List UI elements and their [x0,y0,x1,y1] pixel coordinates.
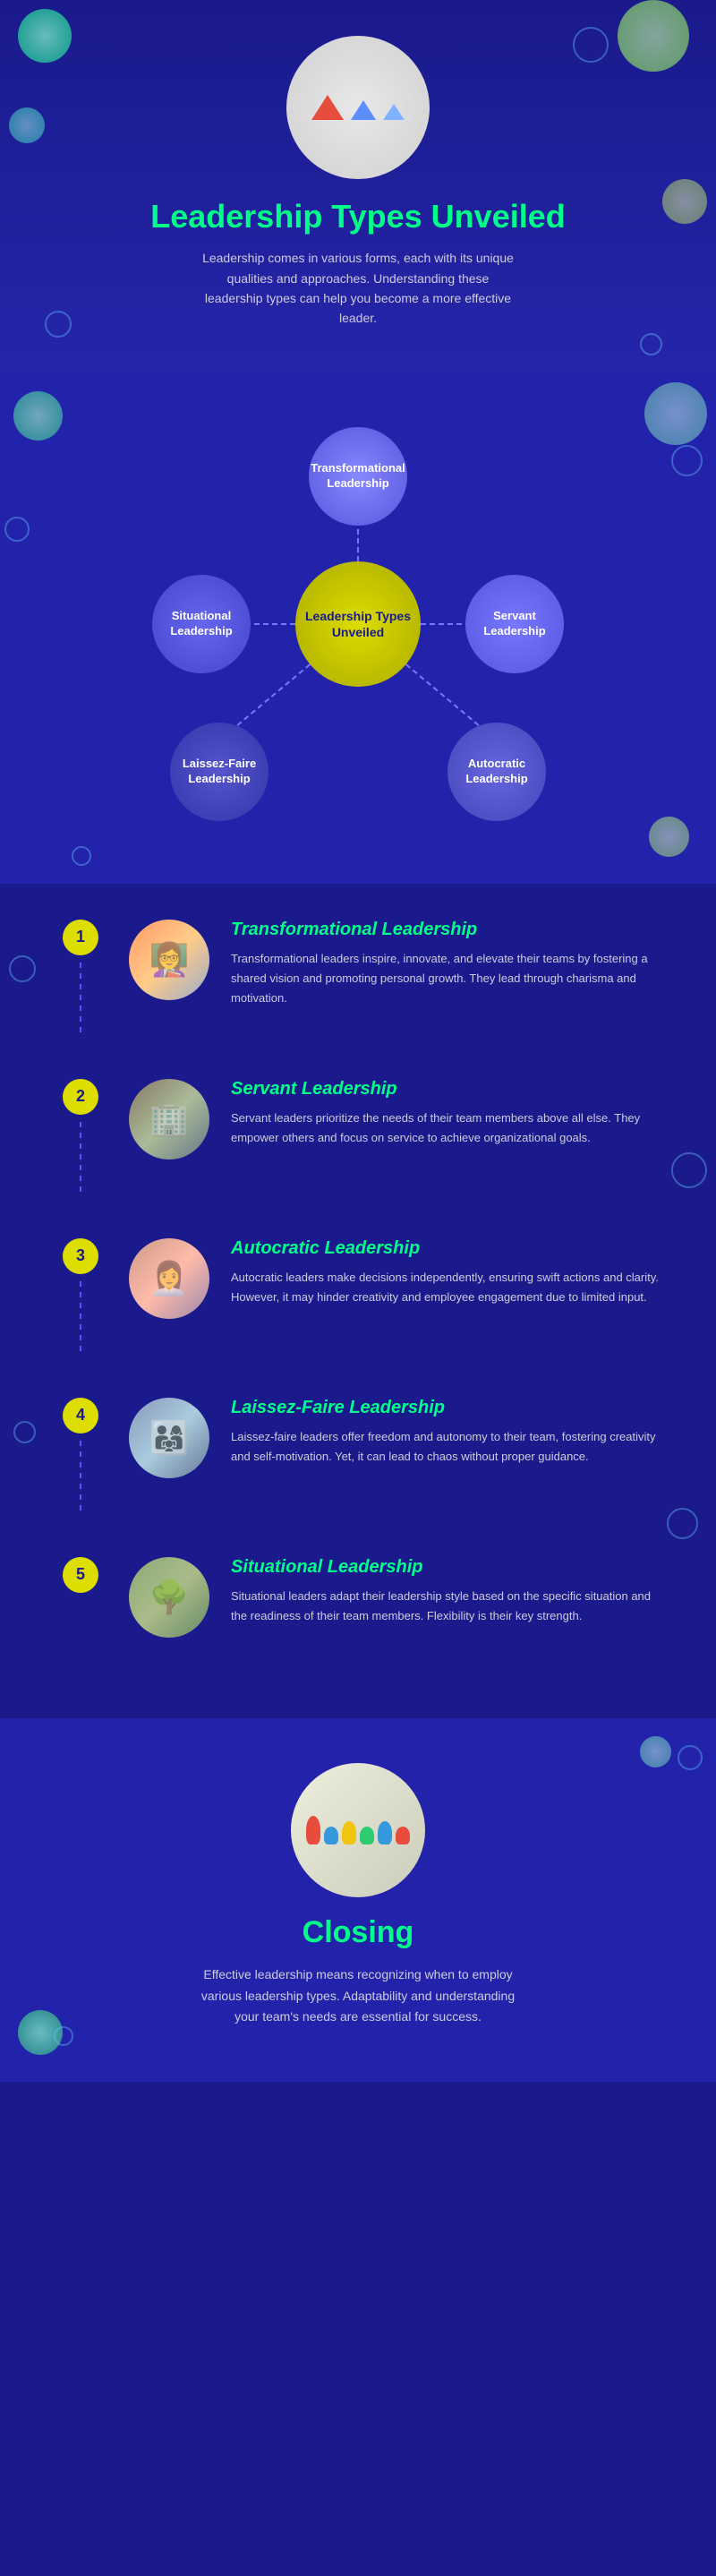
mindmap-node-autocratic: Autocratic Leadership [448,723,546,821]
decoration-ring-items-l1 [9,955,36,982]
chess-piece-red [306,1816,320,1844]
item-line-2 [80,1122,81,1194]
decoration-ring-br [640,333,662,355]
person-icon-5: 🌳 [149,1579,190,1616]
leadership-item-1: 1 👩‍🏫 Transformational Leadership Transf… [54,920,662,1034]
item-number-badge-5: 5 [63,1557,98,1593]
item-description-4: Laissez-faire leaders offer freedom and … [231,1427,662,1467]
chess-pieces-illustration [306,1816,410,1844]
item-title-4: Laissez-Faire Leadership [231,1398,662,1418]
item-number-badge-1: 1 [63,920,98,955]
decoration-blob-close-tl [18,2010,63,2055]
decoration-blob-tr [618,0,689,72]
item-number-badge-4: 4 [63,1398,98,1433]
mindmap-section: .dashed { stroke: #7777ff; stroke-width:… [0,373,716,884]
decoration-ring-tr [573,27,609,63]
chess-piece-blue-1 [324,1827,338,1844]
item-image-1: 👩‍🏫 [129,920,209,1000]
decoration-ring-bl [45,311,72,338]
item-description-2: Servant leaders prioritize the needs of … [231,1108,662,1148]
item-image-2: 🏢 [129,1079,209,1160]
item-title-2: Servant Leadership [231,1079,662,1100]
mindmap-container: .dashed { stroke: #7777ff; stroke-width:… [134,418,582,830]
decoration-blob-mm-br [649,817,689,857]
item-number-col-3: 3 [54,1238,107,1353]
decoration-ring-close-tr [678,1745,703,1770]
person-icon-2: 🏢 [149,1100,190,1138]
item-title-5: Situational Leadership [231,1557,662,1578]
item-number-col-5: 5 [54,1557,107,1593]
item-image-5: 🌳 [129,1557,209,1638]
item-number-col-1: 1 [54,920,107,1034]
item-title-3: Autocratic Leadership [231,1238,662,1259]
leadership-item-4: 4 👨‍👩‍👧 Laissez-Faire Leadership Laissez… [54,1398,662,1512]
decoration-ring-mm-bl [72,846,91,866]
mindmap-node-center: Leadership Types Unveiled [295,561,421,687]
chess-piece-blue-2 [378,1821,392,1844]
red-boat-icon [311,95,344,120]
item-content-2: Servant Leadership Servant leaders prior… [231,1079,662,1148]
decoration-blob-mm-tl [13,391,63,441]
items-section: 1 👩‍🏫 Transformational Leadership Transf… [0,884,716,1718]
person-icon-3: 👩‍💼 [149,1260,190,1297]
chess-piece-green [360,1827,374,1844]
decoration-ring-mm-l [4,517,30,542]
hero-section: Leadership Types Unveiled Leadership com… [0,0,716,373]
decoration-ring-items-l2 [13,1421,36,1443]
item-line-4 [80,1441,81,1512]
item-line-3 [80,1281,81,1353]
decoration-blob-ml [9,107,45,143]
item-line-1 [80,963,81,1034]
leadership-item-3: 3 👩‍💼 Autocratic Leadership Autocratic l… [54,1238,662,1353]
decoration-ring-mm-r [671,445,703,476]
mindmap-node-situational: Situational Leadership [152,575,251,673]
item-image-4: 👨‍👩‍👧 [129,1398,209,1478]
chess-piece-yellow [342,1821,356,1844]
item-content-3: Autocratic Leadership Autocratic leaders… [231,1238,662,1307]
closing-image [291,1763,425,1897]
mindmap-node-servant: Servant Leadership [465,575,564,673]
blue-boat-icon-1 [351,100,376,120]
person-icon-4: 👨‍👩‍👧 [149,1419,190,1457]
hero-image [286,36,430,179]
closing-section: Closing Effective leadership means recog… [0,1718,716,2082]
leadership-item-2: 2 🏢 Servant Leadership Servant leaders p… [54,1079,662,1194]
closing-title: Closing [72,1915,644,1950]
decoration-ring-items-r2 [667,1508,698,1539]
item-content-4: Laissez-Faire Leadership Laissez-faire l… [231,1398,662,1467]
decoration-ring-items-r1 [671,1152,707,1188]
decoration-blob-mm-tr [644,382,707,445]
mindmap-node-laissez: Laissez-Faire Leadership [170,723,268,821]
hero-description: Leadership comes in various forms, each … [197,248,519,329]
item-number-badge-3: 3 [63,1238,98,1274]
leadership-item-5: 5 🌳 Situational Leadership Situational l… [54,1557,662,1638]
hero-title: Leadership Types Unveiled [150,197,565,235]
item-number-badge-2: 2 [63,1079,98,1115]
item-number-col-2: 2 [54,1079,107,1194]
item-image-3: 👩‍💼 [129,1238,209,1319]
closing-description: Effective leadership means recognizing w… [197,1964,519,2028]
item-content-5: Situational Leadership Situational leade… [231,1557,662,1626]
item-description-5: Situational leaders adapt their leadersh… [231,1587,662,1626]
item-description-3: Autocratic leaders make decisions indepe… [231,1268,662,1307]
person-icon-1: 👩‍🏫 [149,941,190,979]
decoration-blob-close-tr [640,1736,671,1767]
blue-boat-icon-2 [383,104,405,120]
decoration-blob-tl [18,9,72,63]
boats-illustration [311,95,405,120]
item-title-1: Transformational Leadership [231,920,662,940]
chess-piece-red-2 [396,1827,410,1844]
mindmap-node-transformational: Transformational Leadership [309,427,407,526]
item-number-col-4: 4 [54,1398,107,1512]
item-content-1: Transformational Leadership Transformati… [231,920,662,1008]
decoration-ring-close-bl [54,2026,73,2046]
decoration-blob-mr [662,179,707,224]
item-description-1: Transformational leaders inspire, innova… [231,949,662,1008]
